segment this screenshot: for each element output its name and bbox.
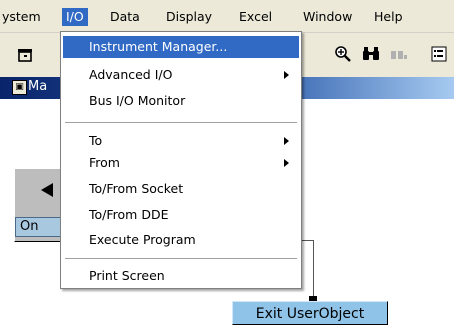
wire [300,240,314,241]
menu-excel[interactable]: Excel [235,8,276,26]
submenu-arrow-icon [284,159,289,167]
exit-userobject[interactable]: Exit UserObject [232,301,388,325]
menu-item-bus-io-monitor[interactable]: Bus I/O Monitor [63,90,299,112]
menu-system[interactable]: ystem [0,8,45,26]
menu-separator [65,122,297,124]
menu-window[interactable]: Window [299,8,356,26]
open-icon[interactable] [14,43,36,65]
menu-item-label: Print Screen [89,268,165,283]
properties-icon[interactable] [428,43,450,65]
binoculars-icon[interactable] [360,43,382,65]
menu-item-from[interactable]: From [63,152,299,174]
menu-item-label: To/From DDE [89,207,169,222]
zoom-icon[interactable] [332,43,354,65]
menu-separator [65,258,297,260]
window-title: Ma [28,79,48,94]
menu-item-label: Advanced I/O [89,67,173,82]
find-next-icon[interactable] [388,43,410,65]
menu-item-execute-program[interactable]: Execute Program [63,229,299,251]
menu-display[interactable]: Display [162,8,216,26]
menu-item-to[interactable]: To [63,130,299,152]
wire [313,240,314,300]
menu-io[interactable]: I/O [62,8,88,26]
menu-item-label: Execute Program [89,232,196,247]
menu-data[interactable]: Data [106,8,144,26]
menu-item-to-from-dde[interactable]: To/From DDE [63,204,299,226]
menu-item-label: To [89,133,103,148]
io-dropdown-menu: Instrument Manager... Advanced I/O Bus I… [60,31,302,289]
menu-item-to-from-socket[interactable]: To/From Socket [63,178,299,200]
menu-item-label: Bus I/O Monitor [89,93,186,108]
submenu-arrow-icon [284,137,289,145]
menu-bar: ystem I/O Data Display Excel Window Help [0,0,454,33]
arrow-left-icon [41,183,53,197]
menu-item-label: Instrument Manager... [89,39,228,54]
menu-item-label: From [89,155,120,170]
menu-item-advanced-io[interactable]: Advanced I/O [63,64,299,86]
submenu-arrow-icon [284,71,289,79]
window-icon[interactable]: ▣ [12,80,27,95]
menu-help[interactable]: Help [370,8,407,26]
menu-item-instrument-manager[interactable]: Instrument Manager... [63,36,299,58]
menu-item-label: To/From Socket [89,181,184,196]
menu-item-print-screen[interactable]: Print Screen [63,265,299,287]
